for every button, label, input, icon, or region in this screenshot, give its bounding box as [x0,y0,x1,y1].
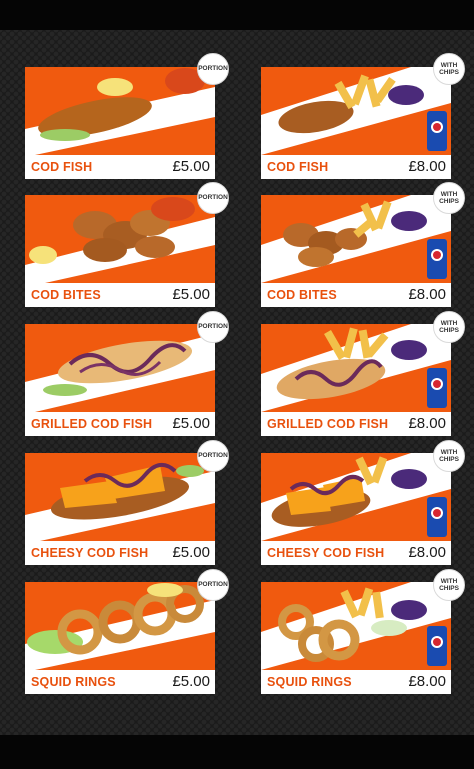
with-chips-badge: WITH CHIPS [433,53,465,85]
item-name: SQUID RINGS [267,675,352,689]
bottom-bar [0,735,474,769]
menu-card-cod-fish-portion[interactable]: COD FISH £5.00 [25,67,215,179]
menu-card-cod-bites-with-chips[interactable]: COD BITES £8.00 [261,195,451,307]
food-photo [261,195,451,283]
menu-card-grilled-cod-fish-with-chips[interactable]: GRILLED COD FISH £8.00 [261,324,451,436]
menu-card-squid-rings-portion[interactable]: SQUID RINGS £5.00 [25,582,215,694]
label-bar: COD FISH £8.00 [261,155,451,179]
item-price: £5.00 [172,544,210,561]
food-photo [25,453,215,541]
food-photo [25,324,215,412]
portion-badge: PORTION [197,569,229,601]
menu-card-cod-fish-with-chips[interactable]: COD FISH £8.00 [261,67,451,179]
food-photo [261,453,451,541]
food-photo [261,67,451,155]
label-bar: GRILLED COD FISH £5.00 [25,412,215,436]
with-chips-badge: WITH CHIPS [433,569,465,601]
item-price: £8.00 [408,286,446,303]
menu-card-cheesy-cod-fish-with-chips[interactable]: CHEESY COD FISH £8.00 [261,453,451,565]
label-bar: SQUID RINGS £5.00 [25,670,215,694]
menu-card-cod-bites-portion[interactable]: COD BITES £5.00 [25,195,215,307]
label-bar: CHEESY COD FISH £8.00 [261,541,451,565]
item-name: GRILLED COD FISH [31,417,153,431]
label-bar: SQUID RINGS £8.00 [261,670,451,694]
portion-badge: PORTION [197,311,229,343]
item-price: £5.00 [172,673,210,690]
with-chips-badge: WITH CHIPS [433,440,465,472]
item-name: SQUID RINGS [31,675,116,689]
item-name: COD BITES [267,288,337,302]
food-photo [25,582,215,670]
item-price: £5.00 [172,286,210,303]
item-name: GRILLED COD FISH [267,417,389,431]
item-price: £8.00 [408,673,446,690]
menu-card-squid-rings-with-chips[interactable]: SQUID RINGS £8.00 [261,582,451,694]
item-name: COD FISH [267,160,329,174]
label-bar: GRILLED COD FISH £8.00 [261,412,451,436]
food-photo [25,67,215,155]
label-bar: COD BITES £8.00 [261,283,451,307]
food-photo [261,324,451,412]
with-chips-badge: WITH CHIPS [433,311,465,343]
menu-card-cheesy-cod-fish-portion[interactable]: CHEESY COD FISH £5.00 [25,453,215,565]
food-photo [261,582,451,670]
item-price: £8.00 [408,415,446,432]
portion-badge: PORTION [197,53,229,85]
top-bar [0,0,474,30]
item-name: COD FISH [31,160,93,174]
item-price: £5.00 [172,158,210,175]
portion-badge: PORTION [197,182,229,214]
label-bar: COD FISH £5.00 [25,155,215,179]
item-name: CHEESY COD FISH [267,546,385,560]
portion-badge: PORTION [197,440,229,472]
item-price: £8.00 [408,158,446,175]
with-chips-badge: WITH CHIPS [433,182,465,214]
item-name: COD BITES [31,288,101,302]
menu-card-grilled-cod-fish-portion[interactable]: GRILLED COD FISH £5.00 [25,324,215,436]
item-name: CHEESY COD FISH [31,546,149,560]
item-price: £8.00 [408,544,446,561]
label-bar: CHEESY COD FISH £5.00 [25,541,215,565]
item-price: £5.00 [172,415,210,432]
label-bar: COD BITES £5.00 [25,283,215,307]
food-photo [25,195,215,283]
